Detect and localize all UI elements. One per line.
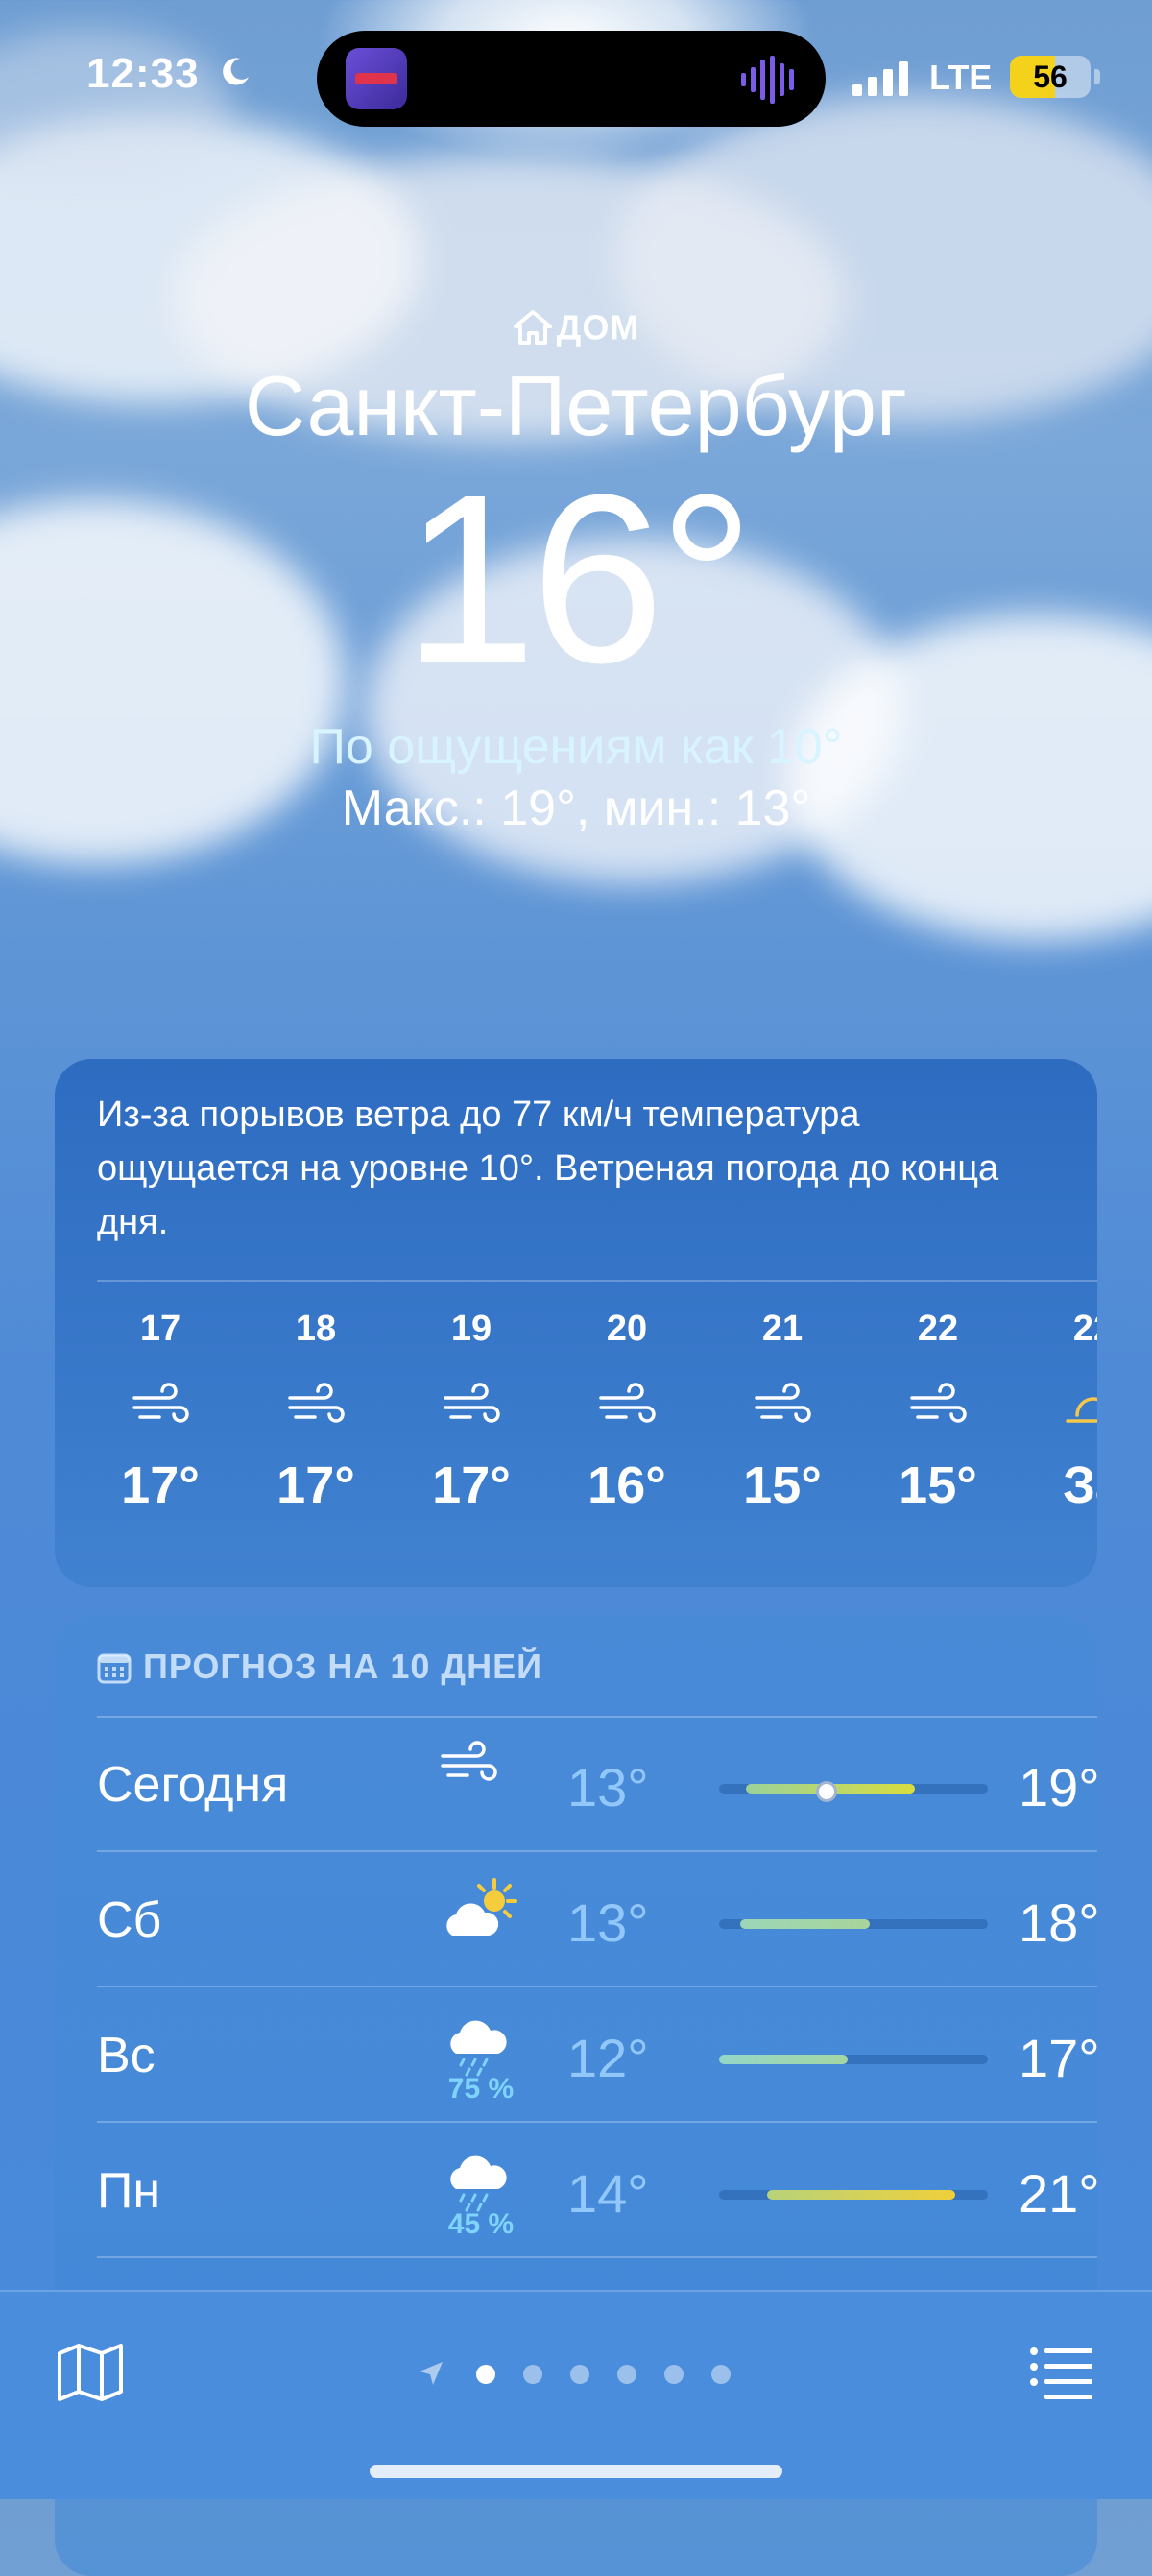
feels-like: По ощущениям как 10° (309, 719, 843, 775)
wind-icon (286, 1383, 346, 1431)
hour-label: 22 (917, 1309, 959, 1349)
wind-icon (597, 1383, 657, 1431)
map-icon[interactable] (56, 2342, 125, 2403)
location-label: ДОМ (0, 305, 1152, 348)
status-time: 12:33 (86, 50, 200, 97)
sunset-icon (1064, 1383, 1097, 1431)
home-indicator[interactable] (370, 2465, 782, 2478)
city-name: Санкт-Петербург (244, 358, 908, 453)
day-row[interactable]: Сб 13° 18° (97, 1853, 1097, 1987)
hour-temp: 16° (588, 1457, 666, 1514)
current-temperature: 16° (402, 445, 755, 712)
hour-temp: 15° (743, 1457, 822, 1514)
hour-temp: 17° (276, 1457, 355, 1514)
page-dot[interactable] (570, 2365, 589, 2384)
wind-icon (131, 1383, 190, 1431)
wind-icon (439, 1741, 525, 1808)
hourly-item: 20 16° (560, 1309, 694, 1515)
precip-chance: 75 % (447, 2073, 515, 2105)
partly-sunny-icon (439, 1876, 525, 1943)
day-name: Сегодня (97, 1757, 289, 1813)
hourly-item: 22 За (1026, 1309, 1097, 1515)
temp-range-bar (719, 2190, 988, 2200)
page-dot[interactable] (664, 2365, 684, 2384)
now-playing-app-icon[interactable] (346, 48, 407, 109)
hourly-item: 22 15° (871, 1309, 1005, 1515)
status-bar: 12:33 LTE 56 (0, 0, 1152, 154)
home-icon (513, 310, 552, 346)
hour-label: 21 (761, 1309, 804, 1349)
network-type: LTE (929, 58, 993, 97)
hourly-item: 18 17° (249, 1309, 383, 1515)
day-low: 13° (567, 1757, 649, 1818)
page-dot[interactable] (617, 2365, 636, 2384)
signal-icon (852, 61, 908, 96)
list-icon[interactable] (1029, 2346, 1094, 2399)
wind-icon (753, 1383, 812, 1431)
hour-temp: 17° (432, 1457, 511, 1514)
day-row[interactable]: Вс 75 % 12° 17° (97, 1988, 1097, 2123)
day-high: 19° (1019, 1757, 1097, 1818)
hour-temp: 17° (121, 1457, 200, 1514)
battery-icon: 56 (1010, 56, 1091, 98)
dynamic-island[interactable] (317, 31, 826, 127)
moon-icon (223, 58, 249, 85)
calendar-icon (97, 1653, 132, 1684)
hourly-item: 19 17° (404, 1309, 539, 1515)
hour-temp: За (1063, 1457, 1097, 1514)
page-dot[interactable] (523, 2365, 542, 2384)
hour-label: 20 (606, 1309, 648, 1349)
rain-icon (439, 2011, 525, 2079)
hour-temp: 15° (899, 1457, 977, 1514)
day-high: 18° (1019, 1892, 1097, 1953)
bottom-toolbar (0, 2290, 1152, 2499)
hour-label: 22 (1072, 1309, 1097, 1349)
battery-level: 56 (1033, 60, 1068, 94)
precip-chance: 45 % (447, 2208, 515, 2240)
hourly-item: 17 17° (93, 1309, 228, 1515)
day-low: 12° (567, 2028, 649, 2088)
page-dot[interactable] (711, 2365, 731, 2384)
wind-icon (442, 1383, 501, 1431)
page-dot[interactable] (476, 2365, 495, 2384)
ten-day-title: ПРОГНОЗ НА 10 ДНЕЙ (97, 1647, 542, 1687)
wind-icon (908, 1383, 968, 1431)
day-high: 17° (1019, 2028, 1097, 2088)
hourly-forecast-card[interactable]: Из-за порывов ветра до 77 км/ч температу… (55, 1059, 1097, 1587)
current-temp-marker (816, 1781, 838, 1802)
temp-range-bar (719, 1781, 988, 1802)
temp-range-bar (719, 2055, 988, 2064)
day-name: Пн (97, 2163, 161, 2219)
day-high: 21° (1019, 2163, 1097, 2224)
high-low: Макс.: 19°, мин.: 13° (341, 781, 811, 836)
day-name: Вс (97, 2028, 156, 2083)
hourly-item: 21 15° (715, 1309, 850, 1515)
temp-range-bar (719, 1919, 988, 1929)
day-low: 13° (567, 1892, 649, 1953)
day-row[interactable]: Сегодня 13° 19° (97, 1718, 1097, 1852)
hour-label: 17 (139, 1309, 181, 1349)
weather-summary: Из-за порывов ветра до 77 км/ч температу… (97, 1095, 999, 1242)
day-name: Сб (97, 1892, 162, 1948)
divider (97, 1280, 1097, 1282)
hour-label: 19 (450, 1309, 492, 1349)
location-arrow-icon[interactable] (417, 2359, 445, 2388)
rain-icon (439, 2147, 525, 2214)
audio-wave-icon (741, 56, 794, 104)
day-low: 14° (567, 2163, 649, 2224)
hour-label: 18 (295, 1309, 337, 1349)
day-row[interactable]: Пн 45 % 14° 21° (97, 2124, 1097, 2258)
